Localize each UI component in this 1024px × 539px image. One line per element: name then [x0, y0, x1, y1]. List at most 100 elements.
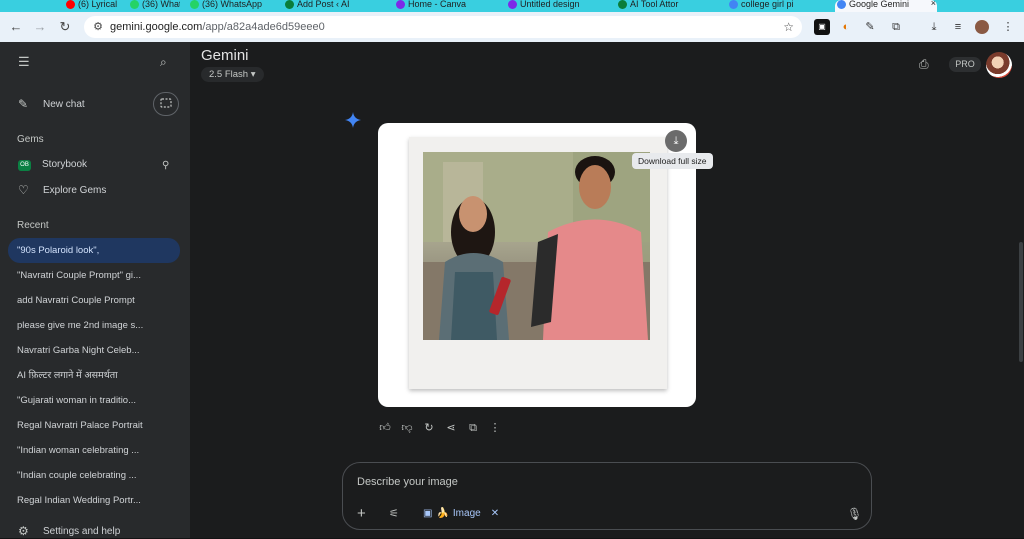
remove-tool-icon[interactable]: ✕ — [491, 508, 499, 519]
recent-chat-item[interactable]: Navratri Garba Night Celeb... — [8, 338, 180, 363]
gem-storybook[interactable]: Storybook — [42, 159, 87, 170]
storybook-gem-icon: OB — [18, 160, 31, 171]
gems-heading: Gems — [17, 134, 44, 145]
thumbs-up-icon[interactable]: 👍︎ — [378, 421, 392, 435]
browser-tab-active[interactable]: Google Gemini × — [835, 0, 937, 12]
tab-title: (6) Lyrical — [78, 0, 118, 9]
new-chat-button[interactable]: New chat — [43, 99, 85, 110]
image-gallery-icon: ▣ — [423, 507, 433, 519]
menu-icon[interactable]: ☰ — [18, 54, 30, 70]
edit-icon: ✎ — [18, 97, 29, 111]
recent-chat-item[interactable]: "Indian couple celebrating ... — [8, 463, 180, 488]
browser-tab-8[interactable]: college girl pi — [727, 0, 821, 12]
extensions-puzzle-icon[interactable]: ⧉ — [888, 19, 904, 35]
regenerate-icon[interactable]: ↻ — [422, 421, 436, 435]
image-tool-chip[interactable]: ▣ 🍌 Image ✕ — [419, 504, 503, 522]
browser-toolbar: ← → ↻ ⚙ gemini.google.com/app/a82a4ade6d… — [0, 12, 1024, 42]
browser-tab-1[interactable]: (6) Lyrical — [64, 0, 124, 12]
download-full-size-button[interactable]: ⤓ — [665, 130, 687, 152]
search-icon[interactable]: ⌕ — [160, 54, 167, 70]
site-icon — [285, 0, 294, 9]
chevron-down-icon: ▾ — [250, 69, 256, 80]
close-tab-icon[interactable]: × — [931, 0, 936, 8]
url-text[interactable]: gemini.google.com/app/a82a4ade6d59eee0 — [110, 16, 325, 38]
url-host: gemini.google.com — [110, 21, 203, 33]
pin-icon[interactable]: ⚲ — [162, 158, 169, 174]
browser-tab-2[interactable]: (36) WhatsApp — [128, 0, 180, 12]
thumbs-down-icon[interactable]: 👎︎ — [400, 421, 414, 435]
tab-title: college girl pi — [741, 0, 794, 9]
address-bar[interactable]: ⚙ gemini.google.com/app/a82a4ade6d59eee0… — [84, 16, 802, 38]
copy-icon[interactable]: ⧉ — [466, 421, 480, 435]
tools-sliders-icon[interactable]: ⚟ — [389, 506, 399, 522]
extension-icon[interactable]: ▣ — [814, 19, 830, 35]
gemini-icon — [837, 0, 846, 9]
prompt-composer: + ⚟ ▣ 🍌 Image ✕ 🎙︎ — [342, 462, 872, 530]
youtube-icon — [66, 0, 75, 9]
polaroid-frame — [409, 137, 667, 389]
recent-chat-item[interactable]: Regal Indian Wedding Portr... — [8, 488, 180, 513]
canva-icon — [508, 0, 517, 9]
tab-title: Google Gemini — [849, 0, 910, 9]
tab-title: AI Tool Attor — [630, 0, 679, 9]
microphone-icon[interactable]: 🎙︎ — [847, 506, 862, 522]
browser-tab-4[interactable]: Add Post ‹ AI — [283, 0, 377, 12]
site-info-icon[interactable]: ⚙ — [90, 19, 106, 35]
forward-button[interactable]: → — [30, 17, 50, 37]
download-icon[interactable]: ⤓ — [926, 19, 942, 35]
back-button[interactable]: ← — [6, 17, 26, 37]
recent-chat-item[interactable]: AI फ़िल्टर लगाने में असमर्थता — [8, 363, 180, 388]
browser-tab-3[interactable]: (36) WhatsApp — [188, 0, 274, 12]
sidebar: ☰ ⌕ ✎ New chat Gems OB Storybook ⚲ ♡ Exp… — [0, 42, 190, 538]
media-control-icon[interactable]: ≡ — [950, 19, 966, 35]
app-title: Gemini — [201, 47, 249, 64]
share-icon[interactable]: ⋖ — [444, 421, 458, 435]
temporary-chat-button[interactable] — [153, 92, 179, 116]
model-label: 2.5 Flash — [209, 69, 249, 80]
tab-title: Add Post ‹ AI — [297, 0, 350, 9]
more-options-icon[interactable]: ⋮ — [488, 421, 502, 435]
whatsapp-icon — [130, 0, 139, 9]
profile-avatar[interactable] — [975, 20, 989, 34]
recent-chat-item[interactable]: "Indian woman celebrating ... — [8, 438, 180, 463]
canva-icon — [396, 0, 405, 9]
extension-icon[interactable]: ◐ — [838, 19, 854, 35]
bookmark-star-icon[interactable]: ☆ — [783, 16, 794, 38]
browser-tab-7[interactable]: AI Tool Attor — [616, 0, 710, 12]
recent-chat-item[interactable]: "Gujarati woman in traditio... — [8, 388, 180, 413]
tab-title: Home - Canva — [408, 0, 467, 9]
user-avatar[interactable] — [986, 52, 1012, 78]
photo-illustration — [423, 152, 650, 340]
reload-button[interactable]: ↻ — [55, 17, 75, 37]
print-icon[interactable]: ⎙ — [919, 57, 929, 72]
image-tool-label: Image — [452, 507, 481, 519]
browser-tab-6[interactable]: Untitled design — [506, 0, 604, 12]
main-panel: Gemini 2.5 Flash ▾ ⎙ PRO ⤓ Download full… — [190, 42, 1024, 538]
explore-gems-icon: ♡ — [18, 183, 29, 197]
browser-tab-strip: (6) Lyrical (36) WhatsApp (36) WhatsApp … — [0, 0, 1024, 12]
banana-icon: 🍌 — [436, 507, 449, 519]
google-icon — [729, 0, 738, 9]
pro-badge[interactable]: PRO — [949, 57, 981, 72]
settings-and-help-button[interactable]: Settings and help — [43, 526, 120, 537]
tab-title: Untitled design — [520, 0, 580, 9]
menu-kebab-icon[interactable]: ⋮ — [1000, 19, 1016, 35]
tab-title: (36) WhatsApp — [142, 0, 180, 9]
recent-chat-item[interactable]: "90s Polaroid look", — [8, 238, 180, 263]
recent-heading: Recent — [17, 220, 49, 231]
recent-chat-item[interactable]: Regal Navratri Palace Portrait — [8, 413, 180, 438]
explore-gems-link[interactable]: Explore Gems — [43, 185, 106, 196]
add-attachment-icon[interactable]: + — [357, 506, 366, 522]
recent-chat-item[interactable]: "Navratri Couple Prompt" gi... — [8, 263, 180, 288]
recent-chat-item[interactable]: please give me 2nd image s... — [8, 313, 180, 338]
scrollbar[interactable] — [1019, 242, 1023, 362]
gemini-spark-icon — [345, 112, 361, 128]
model-selector[interactable]: 2.5 Flash ▾ — [201, 67, 264, 82]
url-path: /app/a82a4ade6d59eee0 — [202, 21, 325, 33]
prompt-input[interactable] — [357, 474, 837, 490]
browser-tab-5[interactable]: Home - Canva — [394, 0, 492, 12]
recent-chat-item[interactable]: add Navratri Couple Prompt — [8, 288, 180, 313]
whatsapp-icon — [190, 0, 199, 9]
extension-icon[interactable]: ✎ — [862, 19, 878, 35]
couple-photo — [423, 152, 650, 340]
